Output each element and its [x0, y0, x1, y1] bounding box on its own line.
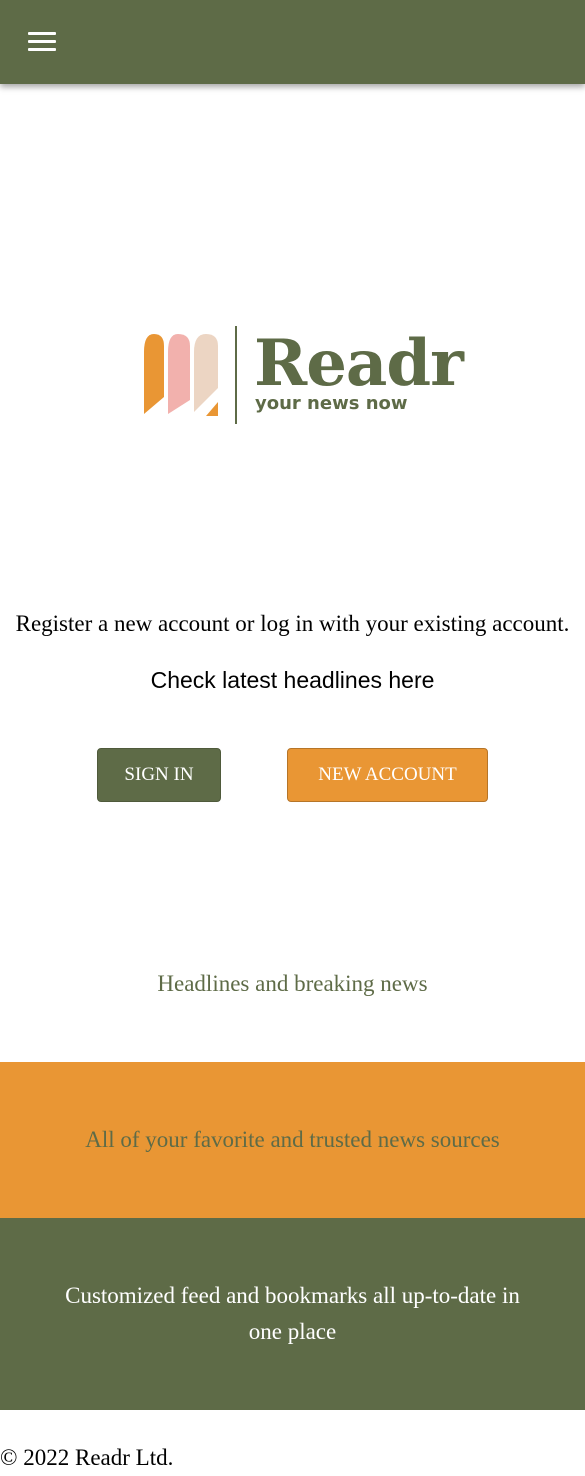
latest-headlines-link[interactable]: Check latest headlines here — [0, 664, 585, 696]
feature-sources-text: All of your favorite and trusted news so… — [85, 1127, 500, 1152]
feature-headlines: Headlines and breaking news — [157, 971, 428, 996]
top-nav-bar — [0, 0, 585, 84]
sign-in-button[interactable]: SIGN IN — [97, 748, 221, 802]
hamburger-menu-icon[interactable] — [28, 32, 56, 52]
new-account-button[interactable]: NEW ACCOUNT — [287, 748, 488, 802]
copyright-footer: © 2022 Readr Ltd. — [0, 1445, 174, 1470]
intro-text: Register a new account or log in with yo… — [15, 611, 570, 636]
readr-logo: Readr your news now — [140, 322, 464, 428]
feature-band-customized: Customized feed and bookmarks all up-to-… — [0, 1218, 585, 1410]
logo-mark-icon — [144, 326, 237, 424]
feature-customized-text: Customized feed and bookmarks all up-to-… — [65, 1283, 520, 1344]
logo-tagline: your news now — [255, 393, 408, 414]
feature-band-sources: All of your favorite and trusted news so… — [0, 1062, 585, 1218]
